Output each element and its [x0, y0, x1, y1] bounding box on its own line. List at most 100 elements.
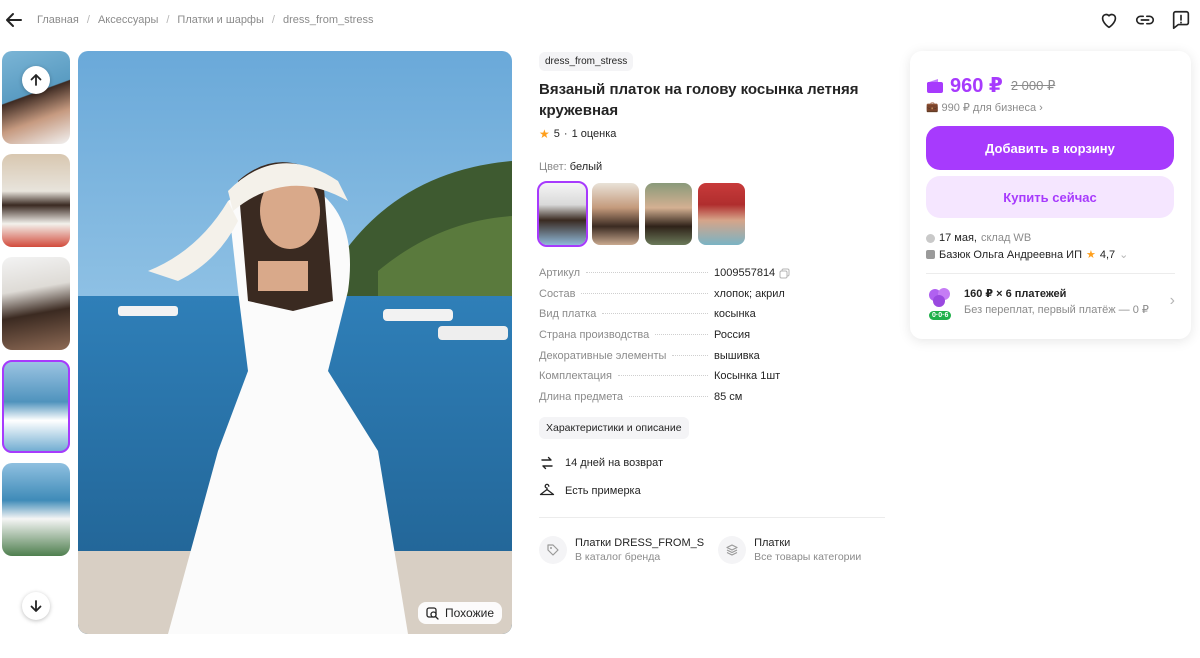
color-variant-3[interactable]: [645, 183, 692, 245]
color-variant-2[interactable]: [592, 183, 639, 245]
color-label-key: Цвет:: [539, 161, 567, 173]
arrow-up-icon: [30, 74, 42, 86]
brand-catalog-title: Платки DRESS_FROM_S: [575, 537, 705, 550]
installment-subtitle: Без переплат, первый платёж — 0 ₽: [964, 303, 1149, 316]
category-link[interactable]: Платки Все товары категории: [718, 536, 862, 565]
spec-value: Косынка 1шт: [714, 370, 781, 383]
seller-rating: 4,7: [1099, 248, 1116, 261]
brand-catalog-link[interactable]: Платки DRESS_FROM_S В каталог бренда: [539, 536, 705, 565]
similar-label: Похожие: [445, 606, 494, 620]
breadcrumb-scarves[interactable]: Платки и шарфы: [177, 14, 263, 26]
buy-box: 960 ₽ 2 000 ₽ 💼 990 ₽ для бизнеса › Доба…: [910, 51, 1191, 339]
thumbnail-4[interactable]: [2, 360, 70, 453]
product-info: dress_from_stress Вязаный платок на голо…: [537, 51, 885, 565]
product-title: Вязаный платок на голову косынка летняя …: [539, 81, 859, 119]
thumbnail-2[interactable]: [2, 154, 70, 247]
rating-value: 5: [553, 128, 560, 140]
arrow-down-icon: [30, 600, 42, 612]
thumbnail-5[interactable]: [2, 463, 70, 556]
briefcase-icon: 💼: [926, 102, 939, 113]
buy-now-button[interactable]: Купить сейчас: [926, 176, 1174, 218]
tag-icon: [539, 536, 567, 565]
spec-key: Декоративные элементы: [539, 349, 667, 362]
category-sub: Все товары категории: [754, 551, 862, 564]
breadcrumb: Главная / Аксессуары / Платки и шарфы / dre…: [37, 14, 374, 26]
installment-title: 160 ₽ × 6 платежей: [964, 287, 1067, 300]
spec-value: 85 см: [714, 390, 743, 403]
divider: [539, 517, 885, 519]
arrow-left-icon[interactable]: [4, 10, 24, 30]
spec-key: Артикул: [539, 267, 581, 280]
article-number: 1009557814: [714, 267, 776, 280]
similar-button[interactable]: Похожие: [418, 602, 502, 624]
rating[interactable]: ★ 5 · 1 оценка: [539, 127, 885, 141]
star-icon: ★: [1086, 249, 1096, 261]
business-price-label: 990 ₽ для бизнеса: [941, 102, 1037, 114]
spec-row: Артикул 1009557814: [539, 263, 885, 284]
copy-icon[interactable]: [779, 268, 790, 279]
spec-row: Вид платка косынка: [539, 304, 885, 325]
layers-icon: [718, 536, 747, 565]
spec-row: Длина предмета 85 см: [539, 387, 885, 408]
return-policy: 14 дней на возврат: [539, 455, 885, 471]
report-icon[interactable]: [1170, 9, 1192, 31]
heart-icon[interactable]: [1098, 9, 1120, 31]
spec-value: вышивка: [714, 349, 760, 362]
top-bar: Главная / Аксессуары / Платки и шарфы / dre…: [0, 0, 1200, 40]
spec-key: Длина предмета: [539, 390, 623, 403]
similar-search-icon: [426, 606, 439, 620]
spec-row: Декоративные элементы вышивка: [539, 345, 885, 366]
return-policy-label: 14 дней на возврат: [565, 457, 663, 470]
wallet-icon: [927, 78, 943, 93]
seller-info[interactable]: Базюк Ольга Андреевна ИП ★ 4,7 ⌄: [926, 248, 1175, 261]
thumbnails-scroll-down-button[interactable]: [22, 592, 50, 620]
main-product-photo[interactable]: Похожие: [78, 51, 512, 634]
thumbnail-list: [2, 51, 70, 644]
shop-icon: [926, 250, 935, 259]
specs-and-description-button[interactable]: Характеристики и описание: [539, 417, 689, 440]
breadcrumb-brand[interactable]: dress_from_stress: [283, 14, 373, 26]
color-label: Цвет: белый: [539, 161, 885, 173]
spec-row: Состав хлопок; акрил: [539, 284, 885, 305]
business-price[interactable]: 💼 990 ₽ для бизнеса ›: [926, 101, 1175, 115]
thumbnail-3[interactable]: [2, 257, 70, 350]
specs-table: Артикул 1009557814 Состав хлопок; акрил …: [539, 263, 885, 407]
price-row: 960 ₽ 2 000 ₽: [926, 73, 1175, 98]
color-variant-white[interactable]: [537, 181, 588, 247]
seller-name: Базюк Ольга Андреевна ИП: [939, 248, 1082, 261]
thumbnails-scroll-up-button[interactable]: [22, 66, 50, 94]
link-icon[interactable]: [1134, 9, 1156, 31]
breadcrumb-home[interactable]: Главная: [37, 14, 79, 26]
spec-key: Комплектация: [539, 370, 612, 383]
chevron-down-icon: ⌄: [1119, 249, 1129, 261]
color-label-value: белый: [569, 161, 603, 173]
spec-row: Страна производства Россия: [539, 325, 885, 346]
color-variant-red[interactable]: [698, 183, 745, 245]
spec-value: хлопок; акрил: [714, 287, 785, 300]
divider: [926, 273, 1175, 274]
delivery-info: 17 мая, склад WB: [926, 232, 1175, 244]
installment-offer[interactable]: 0·0·6 160 ₽ × 6 платежей Без переплат, п…: [926, 286, 1175, 320]
spec-value: косынка: [714, 308, 756, 321]
return-arrows-icon: [541, 456, 553, 470]
breadcrumb-accessories[interactable]: Аксессуары: [98, 14, 158, 26]
flower-icon: [929, 288, 950, 307]
thumbnail-1[interactable]: [2, 51, 70, 144]
add-to-cart-button[interactable]: Добавить в корзину: [926, 126, 1174, 170]
rating-count: 1 оценка: [571, 128, 617, 140]
box-icon: [926, 233, 935, 243]
installment-logo: 0·0·6: [926, 286, 954, 320]
color-variants: [537, 181, 885, 247]
chevron-right-icon: ›: [1169, 292, 1175, 309]
category-links: Платки DRESS_FROM_S В каталог бренда Пла…: [539, 536, 885, 565]
spec-key: Страна производства: [539, 329, 650, 342]
delivery-date: 17 мая,: [939, 232, 977, 244]
fitting-available: Есть примерка: [539, 483, 885, 499]
category-title: Платки: [754, 537, 791, 550]
rating-dot: ·: [563, 128, 568, 140]
delivery-place: склад WB: [980, 232, 1032, 244]
brand-chip[interactable]: dress_from_stress: [539, 52, 634, 71]
spec-row: Комплектация Косынка 1шт: [539, 366, 885, 387]
hanger-icon: [539, 483, 555, 496]
fitting-label: Есть примерка: [565, 485, 641, 498]
